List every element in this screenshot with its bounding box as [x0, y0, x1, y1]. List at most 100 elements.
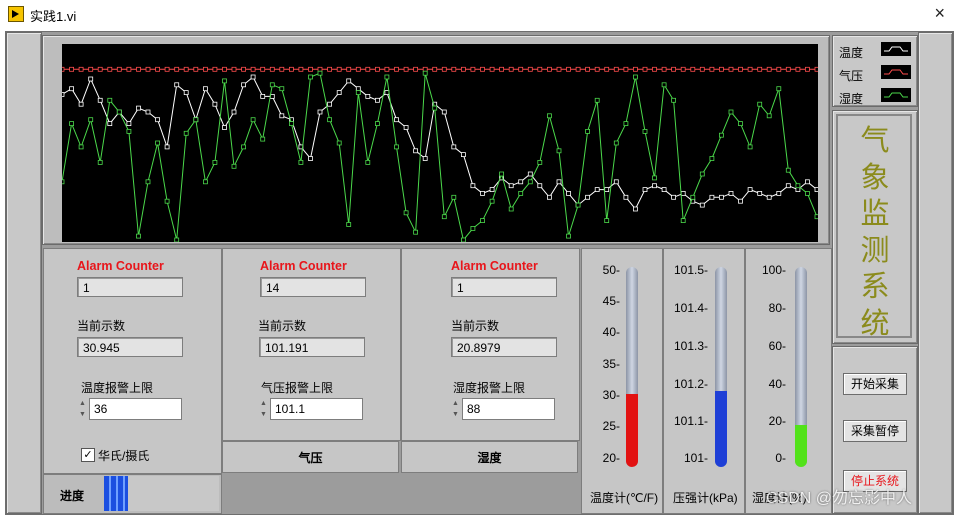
spin-down-icon: ▼: [79, 411, 86, 418]
right-border: [918, 32, 953, 514]
series-2-point: [136, 233, 141, 239]
series-0-point: [346, 78, 352, 84]
temp-tick-label: 45-: [602, 294, 620, 308]
series-0-point: [365, 94, 371, 99]
system-title-panel: 气 象 监 测 系 统: [832, 110, 918, 344]
series-1-point: [174, 66, 180, 72]
temp-limit-input[interactable]: 36: [89, 398, 182, 420]
pressure-limit-input[interactable]: 101.1: [270, 398, 363, 420]
series-2-point: [480, 218, 485, 224]
system-title-char: 气: [860, 125, 890, 157]
series-1-point: [422, 66, 428, 72]
temp-scale: 50- 45- 40- 35- 30- 25- 20-: [582, 263, 620, 465]
series-1-point: [747, 66, 753, 72]
series-1-point: [470, 66, 476, 72]
unit-toggle-checkbox[interactable]: ✓: [81, 448, 95, 462]
humidity-limit-input[interactable]: 88: [462, 398, 555, 420]
series-1-point: [585, 66, 590, 72]
series-1-point: [355, 66, 361, 72]
series-0-point: [661, 187, 667, 193]
series-1-point: [336, 66, 342, 72]
pause-button[interactable]: 采集暂停: [843, 420, 907, 442]
series-0-point: [62, 92, 65, 97]
series-0-point: [776, 190, 782, 196]
title-bar: 实践1.vi ×: [0, 0, 957, 28]
labview-logo-icon: [8, 6, 24, 22]
series-1-point: [489, 66, 495, 72]
series-2-point: [747, 144, 753, 150]
series-2-point: [413, 229, 419, 235]
series-2-point: [107, 97, 113, 103]
pressure-alarm-counter: 14: [260, 277, 366, 297]
legend-swatches[interactable]: [881, 42, 911, 104]
system-title-char: 象: [860, 161, 890, 194]
series-1-point: [288, 66, 294, 72]
series-0-point: [212, 101, 218, 107]
humidity-tab[interactable]: 湿度: [401, 441, 578, 473]
humidity-current-label: 当前示数: [451, 319, 500, 333]
series-1-point: [164, 66, 170, 72]
series-2-point: [613, 140, 619, 146]
series-1-point: [680, 66, 686, 72]
system-title: 气 象 监 测 系 统: [833, 123, 917, 342]
pressure-limit-spinner[interactable]: ▲ ▼: [259, 398, 268, 420]
series-0-point: [613, 179, 619, 185]
series-1-point: [365, 66, 371, 72]
series-0-point: [202, 86, 208, 92]
series-1-point: [480, 66, 485, 72]
series-2-point: [336, 140, 342, 146]
series-1-point: [451, 66, 457, 72]
series-1-point: [766, 66, 772, 72]
unit-toggle-label: 华氏/摄氏: [98, 449, 150, 463]
series-2-point: [327, 117, 333, 123]
series-2-point: [231, 163, 237, 169]
pressure-panel: Alarm Counter 14 当前示数 101.191 气压报警上限 ▲ ▼ …: [222, 248, 401, 441]
system-title-char: 监: [860, 198, 890, 230]
series-2-point: [422, 70, 428, 76]
series-2-point: [652, 175, 657, 181]
series-2-point: [88, 117, 94, 123]
series-2-point: [174, 237, 180, 242]
pressure-tab[interactable]: 气压: [222, 441, 399, 473]
series-2-point: [202, 179, 208, 185]
series-0-point: [671, 194, 676, 200]
temp-limit-spinner[interactable]: ▲ ▼: [78, 398, 87, 420]
legend-label-temp: 温度: [839, 46, 864, 60]
series-2-point: [699, 171, 705, 177]
series-2-point: [69, 121, 74, 126]
temp-current-label: 当前示数: [77, 319, 126, 333]
series-2-point: [298, 160, 304, 165]
start-button[interactable]: 开始采集: [843, 373, 907, 395]
waveform-chart: [62, 44, 818, 242]
humidity-tick-label: 60-: [768, 339, 786, 353]
spin-up-icon: ▲: [260, 400, 267, 407]
series-1-point: [805, 66, 810, 72]
series-0-point: [719, 194, 724, 200]
series-1-point: [241, 66, 247, 72]
humidity-limit-spinner[interactable]: ▲ ▼: [451, 398, 460, 420]
series-0-point: [260, 94, 266, 99]
series-2-point: [728, 109, 734, 115]
series-2-point: [499, 171, 505, 177]
series-0-point: [422, 156, 428, 161]
series-1-point: [499, 66, 505, 72]
series-0-point: [489, 187, 495, 193]
series-0-point: [174, 82, 180, 88]
series-2-point: [556, 148, 562, 154]
series-0-point: [508, 183, 514, 189]
temperature-panel: Alarm Counter 1 当前示数 30.945 温度报警上限 ▲ ▼ 36…: [43, 248, 222, 474]
series-1-point: [193, 66, 199, 72]
series-1-point: [690, 66, 696, 72]
series-0-point: [126, 121, 132, 126]
series-2-point: [795, 183, 801, 189]
series-0-point: [241, 82, 247, 88]
series-1-point: [757, 66, 763, 72]
series-0-point: [795, 187, 801, 193]
series-1-point: [460, 66, 466, 72]
series-0-point: [413, 148, 419, 154]
close-icon[interactable]: ×: [934, 3, 945, 24]
series-0-point: [623, 194, 629, 200]
temp-thermometer-caption: 温度计(℃/F): [590, 491, 659, 505]
series-0-point: [327, 101, 333, 107]
series-1-point: [126, 66, 132, 72]
